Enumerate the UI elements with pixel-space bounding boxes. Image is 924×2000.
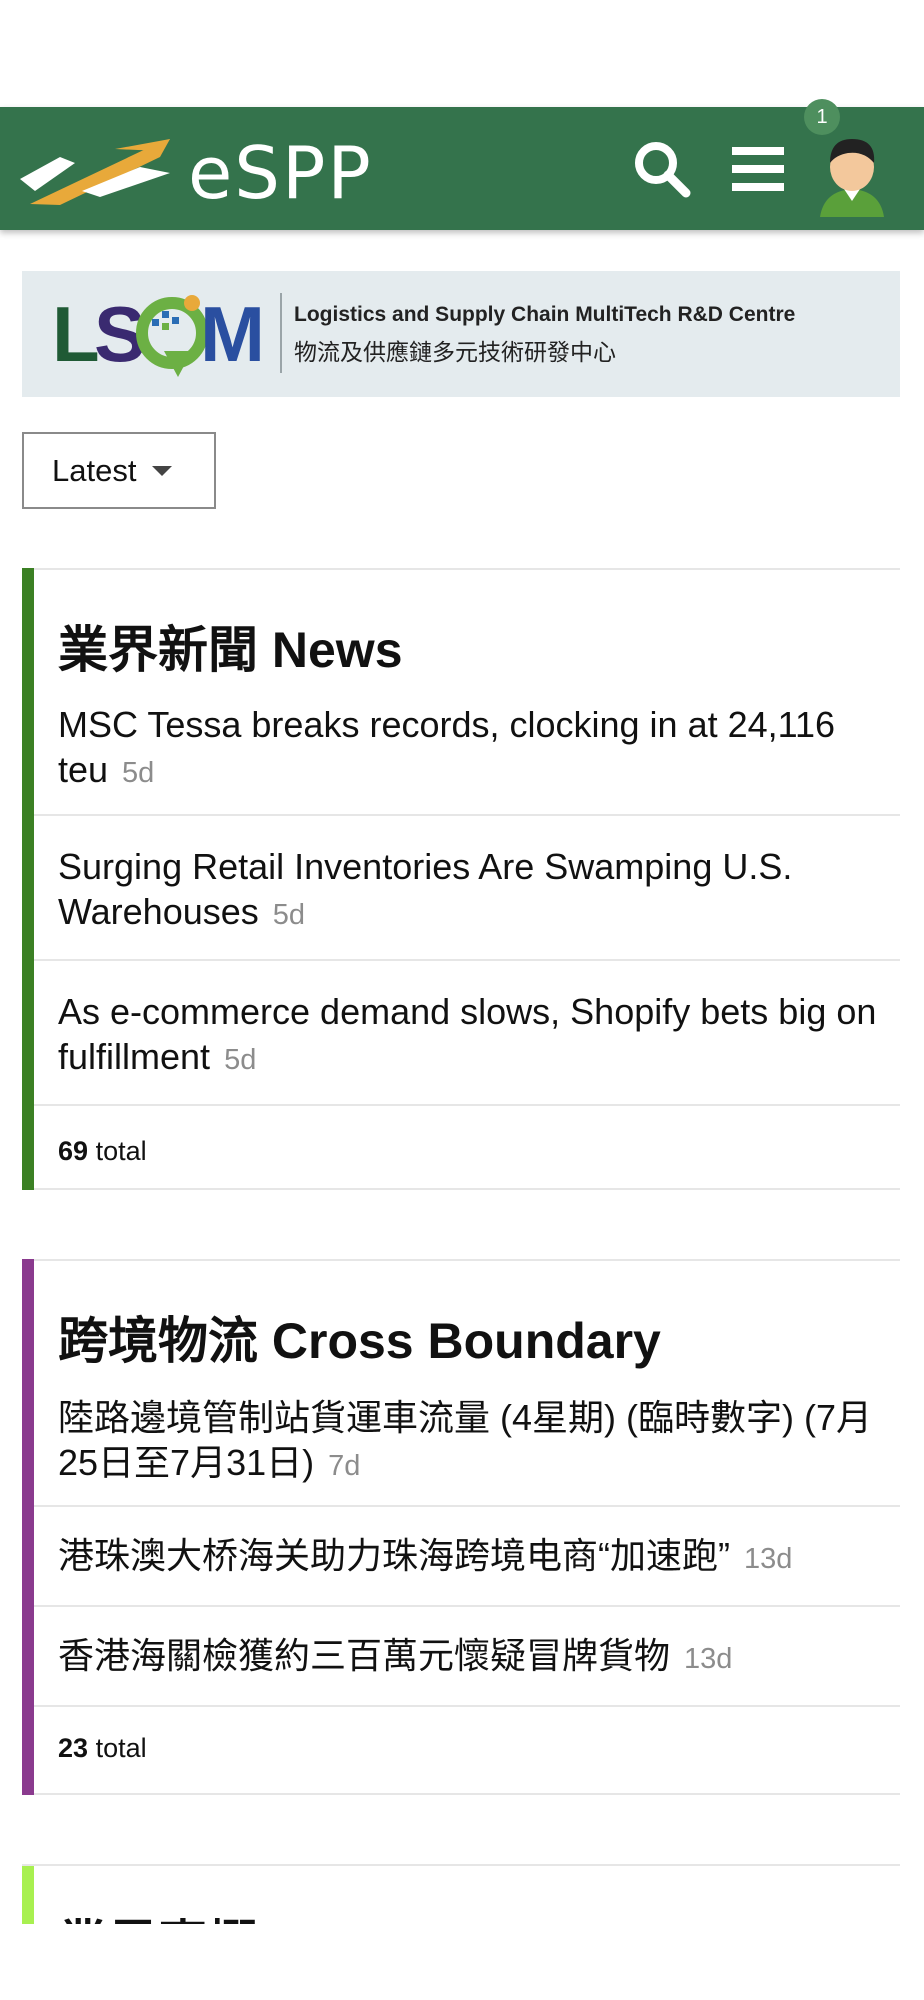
total-count: 69 — [58, 1136, 89, 1166]
topic-age: 13d — [743, 1543, 793, 1575]
topic-item[interactable]: MSC Tessa breaks records, clocking in at… — [34, 696, 900, 816]
espp-logo[interactable]: eSPP — [20, 129, 430, 209]
topic-age: 5d — [272, 899, 306, 931]
category-total[interactable]: 23 total — [58, 1733, 147, 1764]
category-title[interactable]: 業界專欄 Col — [58, 1904, 352, 1924]
topic-title[interactable]: MSC Tessa breaks records, clocking in at… — [58, 704, 835, 790]
topic-age: 5d — [122, 757, 155, 789]
total-label: total — [95, 1733, 147, 1763]
topic-age: 13d — [684, 1643, 733, 1675]
category-news: 業界新聞 News MSC Tessa breaks records, cloc… — [22, 568, 900, 1190]
topic-item[interactable]: As e-commerce demand slows, Shopify bets… — [34, 961, 900, 1106]
topic-title[interactable]: 陸路邊境管制站貨運車流量 (4星期) (臨時數字) (7月25日至7月31日) — [58, 1397, 872, 1483]
topic-title[interactable]: Surging Retail Inventories Are Swamping … — [58, 846, 792, 932]
topic-title[interactable]: 香港海關檢獲約三百萬元懷疑冒牌貨物 — [58, 1635, 670, 1676]
category-title[interactable]: 跨境物流 Cross Boundary — [58, 1301, 661, 1373]
category-cross-boundary: 跨境物流 Cross Boundary 陸路邊境管制站貨運車流量 (4星期) (… — [22, 1259, 900, 1795]
app-header: eSPP 1 — [0, 99, 924, 230]
total-label: total — [95, 1136, 147, 1166]
search-icon[interactable] — [630, 137, 694, 201]
banner-title-zh: 物流及供應鏈多元技術研發中心 — [294, 339, 616, 365]
banner-divider — [280, 293, 282, 373]
topic-item[interactable]: 港珠澳大桥海关助力珠海跨境电商“加速跑” 13d — [34, 1507, 900, 1607]
notification-badge[interactable]: 1 — [804, 99, 840, 135]
banner-title-en: Logistics and Supply Chain MultiTech R&D… — [294, 303, 796, 326]
topic-age: 7d — [328, 1450, 361, 1482]
category-column: 業界專欄 Col — [22, 1864, 900, 1924]
category-color-bar — [22, 1866, 34, 1924]
espp-arrows-icon — [20, 139, 170, 205]
lscm-banner[interactable]: L S M Logistics and Supply Chain MultiTe… — [22, 271, 900, 397]
svg-text:L: L — [52, 290, 100, 378]
caret-down-icon — [152, 465, 173, 476]
topic-item[interactable]: 陸路邊境管制站貨運車流量 (4星期) (臨時數字) (7月25日至7月31日) 7… — [34, 1389, 900, 1507]
category-color-bar — [22, 568, 34, 1190]
user-avatar[interactable] — [814, 129, 890, 217]
status-bar-area — [0, 0, 924, 107]
topic-item[interactable]: Surging Retail Inventories Are Swamping … — [34, 816, 900, 961]
svg-text:M: M — [200, 290, 265, 378]
category-color-bar — [22, 1259, 34, 1795]
category-total[interactable]: 69 total — [58, 1136, 147, 1167]
app-name: eSPP — [188, 131, 373, 215]
topic-item[interactable]: 香港海關檢獲約三百萬元懷疑冒牌貨物 13d — [34, 1607, 900, 1707]
lscm-logo-icon: L S M — [52, 290, 265, 378]
sort-dropdown[interactable]: Latest — [22, 432, 216, 509]
topic-title[interactable]: 港珠澳大桥海关助力珠海跨境电商“加速跑” — [58, 1535, 730, 1576]
sort-dropdown-label: Latest — [52, 452, 137, 488]
category-title[interactable]: 業界新聞 News — [58, 610, 403, 682]
topic-age: 5d — [224, 1044, 257, 1076]
topic-title[interactable]: As e-commerce demand slows, Shopify bets… — [58, 991, 876, 1077]
hamburger-menu-icon[interactable] — [726, 137, 790, 201]
total-count: 23 — [58, 1733, 89, 1763]
